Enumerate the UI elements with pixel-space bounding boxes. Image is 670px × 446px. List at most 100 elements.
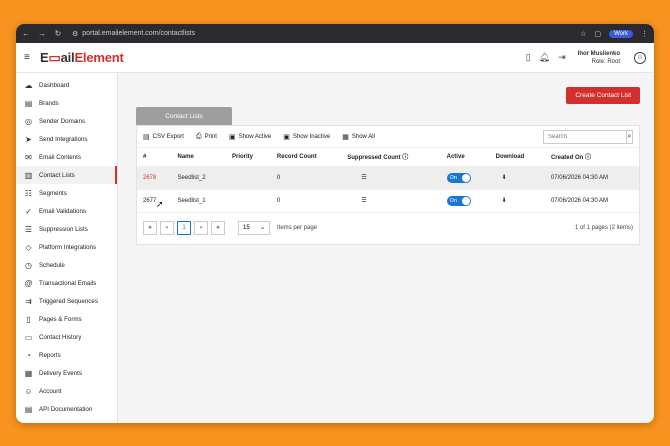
sidebar-item-email-validations[interactable]: ✓ Email Validations [16,202,117,220]
contact-lists-table: # Name Priority Record Count Suppressed … [137,148,639,212]
column-header-priority[interactable]: Priority [226,148,271,166]
prev-page-button[interactable]: ‹ [160,220,174,235]
active-toggle[interactable]: On [446,195,471,206]
sidebar-item-triggered-sequences[interactable]: ⇉ Triggered Sequences [16,292,117,310]
extensions-icon[interactable]: ▢ [594,30,601,38]
download-icon[interactable]: ⬇ [502,198,507,204]
table-row[interactable]: 2677 Seedlist_1 0 ☰ On ⬇ 07/06/2026 04:3… [137,188,639,212]
sidebar-item-brands[interactable]: ▤ Brands [16,94,117,112]
user-info: Ihor Musiienko Role: Root [578,50,620,66]
sidebar-item-reports[interactable]: ◔ Reports [16,346,117,364]
address-bar[interactable]: ⚙ portal.emailelement.com/contactlists [72,30,580,38]
filter-icon: ▣ [228,133,236,141]
sidebar-item-email-contents[interactable]: ✉ Email Contents [16,148,117,166]
info-icon[interactable]: ⓘ [402,155,408,161]
book-icon: ▥ [24,170,33,180]
avatar-icon[interactable]: ☺ [634,51,646,64]
page-size-label: Items per page [277,224,318,231]
bell-icon[interactable]: 🔔︎ [539,52,550,63]
column-header-created-on[interactable]: Created On ⓘ [545,148,639,166]
doc-icon: ▤ [24,404,33,414]
reload-icon[interactable]: ↻ [54,29,62,38]
sidebar: ☁ Dashboard ▤ Brands ◎ Sender Domains ➤ Send… [16,73,118,423]
record-count: 0 [270,188,342,212]
list-id[interactable]: 2677 [143,198,156,204]
create-contact-list-button[interactable]: Create Contact List [566,87,640,104]
pager: « ‹ 1 › » 15 ⌄ Items per page 1 of 1 page… [137,212,639,242]
chevron-down-icon: ⌄ [259,225,265,231]
page-number-button[interactable]: 1 [177,220,191,235]
page-size-select[interactable]: 15 ⌄ [238,220,270,235]
column-header-record-count[interactable]: Record Count [271,148,341,166]
list-name: Seedlist_1 [171,188,226,212]
sidebar-item-api-documentation[interactable]: ▤ API Documentation [16,400,117,418]
sidebar-item-pages-forms[interactable]: ▯ Pages & Forms [16,310,117,328]
sidebar-item-segments[interactable]: ☷ Segments [16,184,117,202]
bookmark-star-icon[interactable]: ☆ [580,30,586,38]
logout-icon[interactable]: ⇥ [558,52,566,63]
created-on: 07/06/2026 04:30 AM [544,188,639,212]
logo[interactable]: E▭ailElement [40,50,124,66]
column-header-download[interactable]: Download [490,148,545,166]
search-icon[interactable]: ⌕ [626,130,632,143]
globe-icon: ◎ [25,116,32,126]
show-inactive-button[interactable]: ▣ Show Inactive [283,133,330,141]
browser-toolbar: ← → ↻ ⚙ portal.emailelement.com/contactl… [16,24,654,43]
sequence-icon: ⇉ [25,296,32,306]
table-row[interactable]: 2678 Seedlist_2 0 ☰ On ⬇ 07/06/2026 04:3… [137,165,639,189]
show-active-button[interactable]: ▣ Show Active [229,133,271,141]
forward-icon[interactable]: → [38,29,46,38]
back-icon[interactable]: ← [22,29,30,38]
search-input[interactable] [544,130,626,143]
show-all-button[interactable]: ▦ Show All [342,133,375,141]
account-icon: ☺ [24,386,33,396]
sidebar-item-transactional-emails[interactable]: @ Transactional Emails [16,274,117,292]
tab-contact-lists[interactable]: Contact Lists [136,107,232,125]
column-header-id[interactable]: # [137,148,172,166]
sidebar-item-suppression-lists[interactable]: ☰ Suppression Lists [16,220,117,238]
sidebar-item-delivery-events[interactable]: ▦ Delivery Events [16,364,117,382]
brands-icon: ▤ [24,98,33,108]
info-icon[interactable]: ⓘ [585,155,591,161]
print-button[interactable]: ⎙ Print [196,133,217,141]
list-id-link[interactable]: 2678 [143,175,156,181]
print-icon: ⎙ [195,132,202,140]
column-header-suppressed-count[interactable]: Suppressed Count ⓘ [341,148,440,166]
url-text: portal.emailelement.com/contactlists [82,30,196,37]
column-header-active[interactable]: Active [441,148,490,166]
first-page-button[interactable]: « [143,220,157,235]
site-info-icon[interactable]: ⚙ [72,30,78,38]
check-circle-icon: ✓ [25,206,32,216]
sidebar-item-schedule[interactable]: ◷ Schedule [16,256,117,274]
next-page-button[interactable]: › [194,220,208,235]
filter-icon: ▣ [283,133,290,141]
csv-export-button[interactable]: ▤ CSV Export [143,133,184,141]
sidebar-item-dashboard[interactable]: ☁ Dashboard [16,76,117,94]
last-page-button[interactable]: » [211,220,225,235]
app-header: ≡ E▭ailElement ▯ 🔔︎ ⇥ Ihor Musiienko Rol… [16,43,654,73]
menu-dots-icon[interactable]: ⋮ [641,30,648,38]
segments-icon: ☷ [24,188,33,198]
suppressed-list-icon[interactable]: ☰ [361,175,366,181]
sidebar-item-platform-integrations[interactable]: ◇ Platform Integrations [16,238,117,256]
download-icon[interactable]: ⬇ [502,175,507,181]
mail-icon: ✉ [25,152,32,162]
mobile-icon[interactable]: ▯ [526,52,531,63]
search-box: ⌕ [543,129,633,144]
column-header-name[interactable]: Name [172,148,226,166]
main-content: Create Contact List Contact Lists ▤ CSV E… [118,73,654,423]
grid-icon: ▦ [342,133,349,141]
sidebar-item-sender-domains[interactable]: ◎ Sender Domains [16,112,117,130]
sidebar-item-send-integrations[interactable]: ➤ Send Integrations [16,130,117,148]
contact-lists-panel: ▤ CSV Export ⎙ Print ▣ Show Active ▣ Show In… [136,125,640,245]
suppression-icon: ☰ [24,224,33,234]
active-toggle[interactable]: On [446,172,471,183]
profile-badge[interactable]: Work [609,29,633,38]
sidebar-item-account[interactable]: ☺ Account [16,382,117,400]
hamburger-menu-icon[interactable]: ≡ [24,52,34,63]
sidebar-item-contact-lists[interactable]: ▥ Contact Lists [16,166,117,184]
puzzle-icon: ◇ [25,242,32,252]
suppressed-list-icon[interactable]: ☰ [361,198,366,204]
sidebar-item-contact-history[interactable]: ▭ Contact History [16,328,117,346]
history-icon: ▭ [24,332,33,342]
